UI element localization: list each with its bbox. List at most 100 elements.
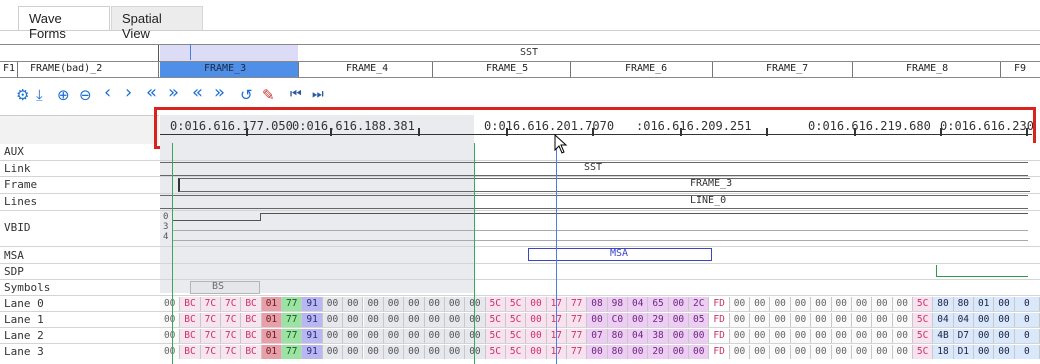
lane-cell[interactable]: BC <box>241 345 262 359</box>
frame-label-8[interactable]: FRAME_8 <box>906 63 948 74</box>
lane-cell[interactable]: 00 <box>790 345 812 359</box>
fast-forward-icon[interactable]: » <box>214 84 225 102</box>
lane-cell[interactable]: 5C <box>505 297 527 311</box>
lane-cell[interactable]: 00 <box>404 297 425 311</box>
lane-cell[interactable]: 00 <box>689 345 710 359</box>
lane-cell[interactable]: 5C <box>485 297 506 311</box>
lane-cell[interactable]: 00 <box>628 313 649 327</box>
lane-cell[interactable]: 7C <box>200 297 222 311</box>
lane-cell[interactable]: 77 <box>567 297 588 311</box>
lane-cell[interactable]: 01 <box>261 297 283 311</box>
lane-cell[interactable]: 00 <box>831 313 852 327</box>
lane-cell[interactable]: 00 <box>892 345 913 359</box>
lane-cell[interactable]: 65 <box>648 297 669 311</box>
lane-cell[interactable]: 80 <box>607 329 629 343</box>
lane-cell[interactable]: 00 <box>668 345 690 359</box>
chevron-left-icon[interactable]: ‹ <box>104 84 111 102</box>
lane-cell[interactable]: BC <box>180 345 201 359</box>
lane-cell[interactable]: 00 <box>343 329 364 343</box>
lane-cell[interactable]: 00 <box>404 345 425 359</box>
lane-cell[interactable]: 7C <box>221 297 242 311</box>
lane-cell[interactable]: 00 <box>831 297 852 311</box>
lane-cell[interactable]: 00 <box>974 313 995 327</box>
lane-cell[interactable]: 00 <box>851 345 873 359</box>
lane-cell[interactable]: 00 <box>526 297 547 311</box>
lane-cell[interactable]: 04 <box>628 297 649 311</box>
lane-cell[interactable]: 00 <box>892 297 913 311</box>
lane-cell[interactable]: 00 <box>322 329 344 343</box>
lane-cell[interactable]: 00 <box>892 313 913 327</box>
lane-cell[interactable]: 20 <box>648 345 669 359</box>
lane-cell[interactable]: BC <box>180 313 201 327</box>
lane-cell[interactable]: 00 <box>587 345 608 359</box>
lane-cell[interactable]: 77 <box>567 345 588 359</box>
fast-back-icon[interactable]: « <box>192 84 203 102</box>
lane-cell[interactable]: 00 <box>689 329 710 343</box>
lane-cell[interactable]: 00 <box>322 345 344 359</box>
download-icon[interactable]: ⤓ <box>36 86 43 104</box>
lane-cell[interactable]: 00 <box>444 313 466 327</box>
frame-label-f1[interactable]: F1 <box>3 63 15 74</box>
lane-cell[interactable]: 00 <box>363 345 384 359</box>
lane-cell[interactable]: 00 <box>851 297 873 311</box>
lane-cell[interactable]: 00 <box>465 297 486 311</box>
lane-cell[interactable]: 00 <box>160 297 181 311</box>
lane-cell[interactable]: 00 <box>383 345 405 359</box>
lane-cell[interactable]: 00 <box>811 329 832 343</box>
lane-cell[interactable]: 5C <box>505 329 527 343</box>
lane-cell[interactable]: 00 <box>994 297 1015 311</box>
tab-wave-forms[interactable]: Wave Forms <box>18 6 110 41</box>
lane-cell[interactable]: 00 <box>383 329 405 343</box>
lane-cell[interactable]: 0 <box>1014 329 1040 343</box>
lane-cell[interactable]: 00 <box>994 329 1015 343</box>
lane-cell[interactable]: 77 <box>282 329 303 343</box>
lane-cell[interactable]: 80 <box>607 345 629 359</box>
lane-cell[interactable]: 00 <box>444 345 466 359</box>
lane-cell[interactable]: 00 <box>404 313 425 327</box>
lane-cell[interactable]: 00 <box>790 313 812 327</box>
lane-cell[interactable]: 00 <box>831 345 852 359</box>
lane-cell[interactable]: 00 <box>424 329 445 343</box>
frame-label-9[interactable]: F9 <box>1014 63 1026 74</box>
lane-cell[interactable]: 00 <box>872 329 893 343</box>
lane-cell[interactable]: 04 <box>628 329 649 343</box>
chevron-right-icon[interactable]: › <box>125 84 132 102</box>
lane-cell[interactable]: 00 <box>465 345 486 359</box>
lane-cell[interactable]: C0 <box>607 313 629 327</box>
lane-cell[interactable]: 00 <box>668 329 690 343</box>
lane-cell[interactable]: 5C <box>505 345 527 359</box>
lane-cell[interactable]: 00 <box>811 313 832 327</box>
lane-cell[interactable]: 00 <box>729 345 751 359</box>
zoom-in-icon[interactable]: ⊕ <box>57 86 70 104</box>
lane-cell[interactable]: 91 <box>302 297 323 311</box>
cursor-line[interactable] <box>556 143 557 364</box>
lane-cell[interactable]: 00 <box>322 297 344 311</box>
lane-cell[interactable]: 00 <box>872 345 893 359</box>
lane-cell[interactable]: 00 <box>872 297 893 311</box>
lane-cell[interactable]: 00 <box>444 297 466 311</box>
lane-cell[interactable]: 29 <box>648 313 669 327</box>
lane-cell[interactable]: FD <box>709 297 730 311</box>
lane-cell[interactable]: FD <box>709 313 730 327</box>
lane-cell[interactable]: 0 <box>1014 345 1040 359</box>
lane-cell[interactable]: 00 <box>729 329 751 343</box>
lane-cell[interactable]: 00 <box>994 345 1015 359</box>
lane-cell[interactable]: 00 <box>363 313 384 327</box>
lane-cell[interactable]: 00 <box>831 329 852 343</box>
lane-cell[interactable]: 00 <box>404 329 425 343</box>
lane-cell[interactable]: 91 <box>302 313 323 327</box>
lane-cell[interactable]: FD <box>709 345 730 359</box>
lane-cell[interactable]: 00 <box>750 345 771 359</box>
lane-cell[interactable]: D7 <box>953 329 974 343</box>
lane-cell[interactable]: 00 <box>770 329 791 343</box>
lane-cell[interactable]: 01 <box>261 329 283 343</box>
lane-cell[interactable]: 77 <box>282 297 303 311</box>
lane-cell[interactable]: 0 <box>1014 297 1040 311</box>
lane-cell[interactable]: 5C <box>912 297 934 311</box>
lane-cell[interactable]: 00 <box>322 313 344 327</box>
lane-cell[interactable]: 5C <box>912 313 934 327</box>
lane-cell[interactable]: 00 <box>383 297 405 311</box>
lane-cell[interactable]: 01 <box>261 345 283 359</box>
lane-cell[interactable]: 04 <box>953 313 974 327</box>
lane-cell[interactable]: 01 <box>261 313 283 327</box>
